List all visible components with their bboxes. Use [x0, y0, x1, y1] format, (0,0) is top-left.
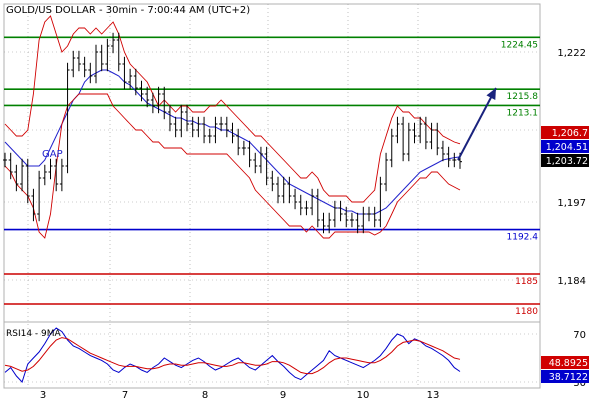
level-label: 1192.4: [507, 233, 539, 243]
rsi-tag-label: 48.8925: [549, 358, 588, 369]
price-tick-label: 1,184: [557, 276, 586, 287]
rsi-tick-label: 70: [573, 330, 586, 341]
rsi-panel: [3, 321, 541, 389]
time-tick-label: 13: [427, 390, 440, 400]
time-tick-label: 9: [280, 390, 286, 400]
rsi-tag-label: 38.7122: [549, 372, 588, 383]
time-axis: 3 7 8 9 10 13: [40, 390, 440, 401]
chart-svg: 1224.451215.81213.11192.411851180 1,1841…: [3, 3, 589, 401]
price-tick-label: 1,222: [557, 48, 586, 59]
level-label: 1213.1: [507, 108, 539, 118]
time-tick-label: 7: [122, 390, 128, 400]
level-label: 1224.45: [501, 40, 538, 50]
time-tick-label: 10: [357, 390, 370, 400]
price-tag-label: 1,206.7: [552, 128, 588, 139]
price-axis: 1,1841,1971,2091,2227030: [557, 48, 586, 389]
chart-title: GOLD/US DOLLAR - 30min - 7:00:44 AM (UTC…: [6, 5, 250, 16]
price-tag-label: 1,204.51: [546, 142, 588, 153]
gap-annotation: GAP: [42, 149, 63, 160]
price-tags: 1,206.7 1,204.51 1,203.72 48.8925 38.7122: [541, 126, 589, 383]
price-tick-label: 1,197: [557, 198, 586, 209]
level-label: 1185: [515, 277, 538, 287]
price-tag-label: 1,203.72: [546, 156, 588, 167]
level-label: 1180: [515, 307, 538, 317]
level-label: 1215.8: [507, 92, 539, 102]
chart-window: 1224.45 1215.8 1213.1 1192.4 1185 1180 1,184 1…: [0, 0, 590, 401]
rsi-title: RSI14 - 9MA: [6, 329, 62, 339]
time-tick-label: 8: [202, 390, 208, 400]
time-tick-label: 3: [40, 390, 46, 400]
